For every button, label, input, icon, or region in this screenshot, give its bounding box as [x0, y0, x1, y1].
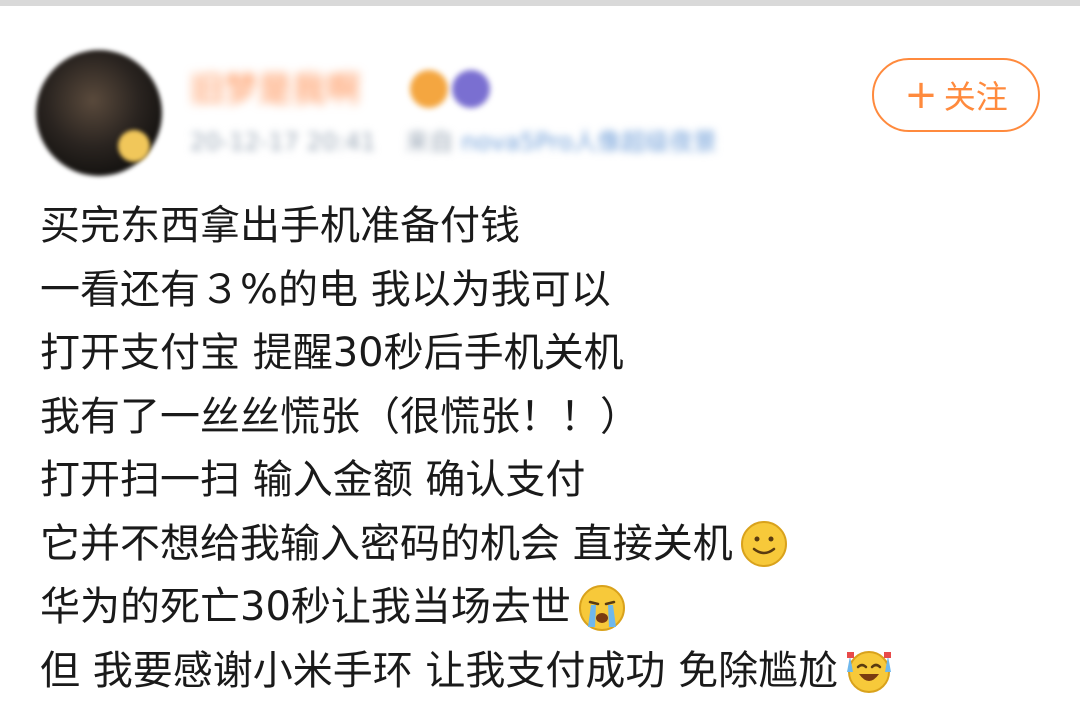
- post-line-text: 华为的死亡30秒让我当场去世: [40, 576, 571, 640]
- post-meta: 20-12-17 20:41 来自 nova5Pro人像超级夜景: [190, 122, 717, 158]
- laugh-cry-icon: [844, 646, 894, 696]
- post-line-text: 它并不想给我输入密码的机会 直接关机: [40, 513, 733, 577]
- smile-icon: [739, 519, 789, 569]
- post-line-text: 打开扫一扫 输入金额 确认支付: [40, 449, 585, 513]
- post-content: 买完东西拿出手机准备付钱 一看还有３%的电 我以为我可以 打开支付宝 提醒30秒…: [40, 195, 1050, 703]
- post-line-text: 打开支付宝 提醒30秒后手机关机: [40, 322, 624, 386]
- source-prefix: 来自: [405, 128, 453, 156]
- post-line-text: 我有了一丝丝慌张（很慌张！！）: [40, 386, 640, 450]
- post-line: 一看还有３%的电 我以为我可以: [40, 259, 1050, 323]
- username[interactable]: 旧梦是我啊: [190, 62, 360, 106]
- timestamp: 20-12-17 20:41: [190, 128, 376, 156]
- crying-icon: [577, 583, 627, 633]
- vip-badge-icon: [410, 70, 448, 108]
- avatar-badge-icon: [118, 130, 150, 162]
- post-line: 华为的死亡30秒让我当场去世: [40, 576, 1050, 640]
- top-divider: [0, 0, 1080, 6]
- post-line-text: 买完东西拿出手机准备付钱: [40, 195, 520, 259]
- post-line: 它并不想给我输入密码的机会 直接关机: [40, 513, 1050, 577]
- level-badge-icon: [452, 70, 490, 108]
- post-line: 打开扫一扫 输入金额 确认支付: [40, 449, 1050, 513]
- post-line: 但 我要感谢小米手环 让我支付成功 免除尴尬: [40, 640, 1050, 703]
- follow-button[interactable]: + 关注: [872, 58, 1040, 132]
- follow-button-label: 关注: [944, 72, 1008, 118]
- post-line: 买完东西拿出手机准备付钱: [40, 195, 1050, 259]
- post-line: 打开支付宝 提醒30秒后手机关机: [40, 322, 1050, 386]
- post-line: 我有了一丝丝慌张（很慌张！！）: [40, 386, 1050, 450]
- post-line-text: 但 我要感谢小米手环 让我支付成功 免除尴尬: [40, 640, 838, 703]
- plus-icon: +: [904, 75, 938, 115]
- post-line-text: 一看还有３%的电 我以为我可以: [40, 259, 611, 323]
- device-link[interactable]: nova5Pro人像超级夜景: [461, 128, 717, 156]
